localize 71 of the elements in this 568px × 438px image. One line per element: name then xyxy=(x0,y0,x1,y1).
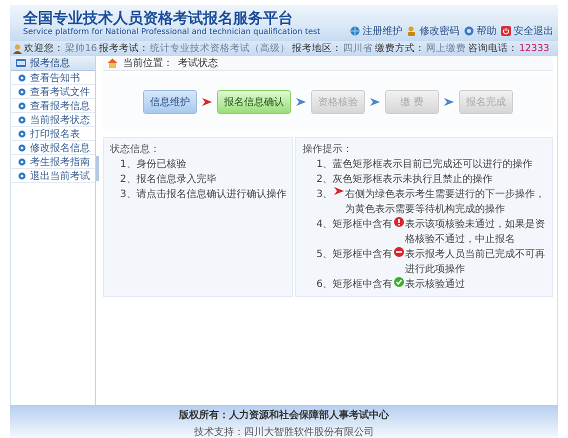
site-title: 全国专业技术人员资格考试报名服务平台 xyxy=(23,10,294,26)
bullet-icon xyxy=(18,172,26,180)
splitter-handle[interactable] xyxy=(96,156,99,181)
support-text: 技术支持：四川大智胜软件股份有限公司 xyxy=(193,426,375,438)
info-label: 咨询电话： xyxy=(468,42,518,55)
info-value: 12333 xyxy=(519,43,550,54)
tip-text: 4、矩形框中含有 xyxy=(316,218,393,232)
sidebar-item[interactable]: 查看告知书 xyxy=(11,71,95,85)
arrow-icon xyxy=(370,98,380,106)
info-value: 统计专业技术资格考试（高级） xyxy=(150,42,290,55)
header-link[interactable]: 修改密码 xyxy=(407,24,460,38)
bullet-icon xyxy=(18,130,26,138)
info-value: 梁帅16 xyxy=(65,42,98,55)
tip-text: 1、蓝色矩形框表示目前已完成还可以进行的操作 xyxy=(316,158,533,172)
tip-text: 表示报考人员当前已完成不可再进行此项操作 xyxy=(404,248,546,277)
user-key-icon xyxy=(407,26,418,36)
user-icon xyxy=(13,44,22,54)
bullet-icon xyxy=(18,158,26,166)
tip-text: 5、矩形框中含有 xyxy=(316,248,393,262)
info-label: 欢迎您： xyxy=(24,42,64,55)
sidebar-item[interactable]: 修改报名信息 xyxy=(11,141,95,155)
info-label: 报考地区： xyxy=(292,42,342,55)
bullet-icon xyxy=(18,144,26,152)
power-icon xyxy=(501,26,512,36)
tip-text: 6、矩形框中含有 xyxy=(316,278,393,292)
sidebar-item[interactable]: 当前报考状态 xyxy=(11,113,95,127)
bullet-icon xyxy=(18,116,26,124)
breadcrumb-label: 当前位置： xyxy=(123,56,173,70)
sidebar-title: 报考信息 xyxy=(30,56,70,70)
info-label: 报考考试： xyxy=(99,42,150,55)
sidebar-item[interactable]: 退出当前考试 xyxy=(11,169,95,183)
breadcrumb-current: 考试状态 xyxy=(178,56,218,70)
step-box: 资格核验 xyxy=(311,90,365,114)
bullet-icon xyxy=(18,102,26,110)
sidebar-item[interactable]: 打印报名表 xyxy=(11,127,95,141)
info-value: 网上缴费 xyxy=(426,42,466,55)
help-icon xyxy=(464,26,474,36)
status-item: 2、报名信息录入完毕 xyxy=(119,172,218,187)
header-link[interactable]: 注册维护 xyxy=(350,24,402,38)
tip-text: 右侧为绿色表示考生需要进行的下一步操作，为黄色表示需要等待机构完成的操作 xyxy=(344,188,546,217)
panel-title: 操作提示： xyxy=(302,143,354,157)
info-value: 四川省 xyxy=(343,42,374,55)
sidebar-item[interactable]: 查看报考信息 xyxy=(11,99,95,113)
bullet-icon xyxy=(18,74,26,82)
tip-text: 表示该项核验未通过，如果是资格核验不通过，中止报名 xyxy=(404,218,546,247)
arrow-icon xyxy=(296,98,306,106)
header-link[interactable]: 帮助 xyxy=(464,24,496,38)
sidebar-item[interactable]: 查看考试文件 xyxy=(11,85,95,99)
home-icon xyxy=(107,58,118,68)
step-box: 信息维护 xyxy=(143,90,197,114)
exclamation-icon xyxy=(394,217,404,227)
site-subtitle: Service platform for National Professional and technician qualification test xyxy=(23,26,320,36)
step-box: 报名信息确认 xyxy=(217,90,291,114)
sidebar-item[interactable]: 考生报考指南 xyxy=(11,155,95,169)
tip-text: 3、 xyxy=(316,188,333,202)
tip-text: 2、灰色矩形框表示未执行且禁止的操作 xyxy=(316,172,493,187)
bullet-icon xyxy=(18,88,26,96)
arrow-icon xyxy=(202,98,212,106)
header-link[interactable]: 安全退出 xyxy=(501,24,554,38)
step-box: 报名完成 xyxy=(459,90,513,114)
minus-icon xyxy=(394,247,404,257)
check-icon xyxy=(394,277,404,287)
info-label: 缴费方式： xyxy=(375,42,426,55)
copyright-text: 版权所有：人力资源和社会保障部人事考试中心 xyxy=(178,408,390,422)
step-box: 缴 费 xyxy=(385,90,439,114)
panel-title: 状态信息： xyxy=(110,142,161,157)
tip-text: 表示核验通过 xyxy=(404,278,466,292)
status-item: 1、身份已核验 xyxy=(119,158,188,172)
arrow-icon xyxy=(334,187,344,195)
status-item: 3、请点击报名信息确认进行确认操作 xyxy=(119,188,286,202)
arrow-icon xyxy=(444,98,454,106)
